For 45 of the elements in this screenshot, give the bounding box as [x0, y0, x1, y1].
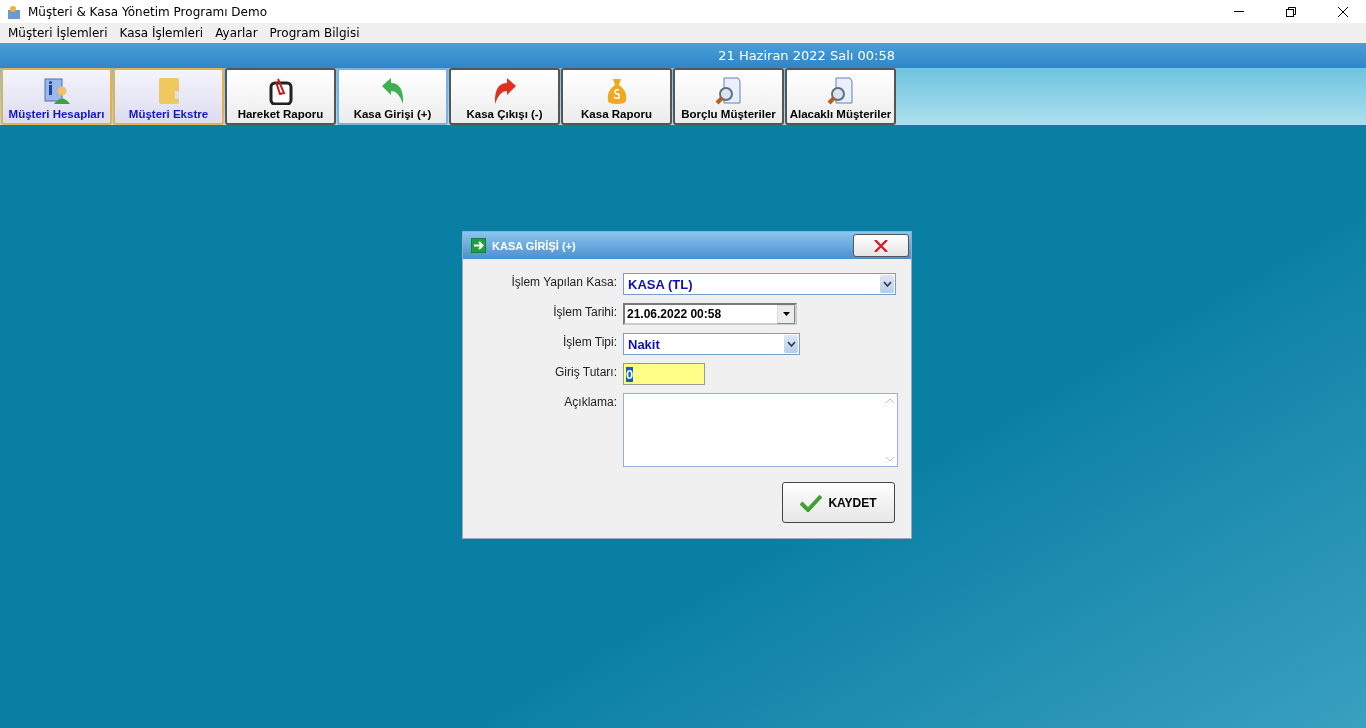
toolbar-button[interactable]: Kasa Raporu: [561, 68, 672, 125]
menu-item[interactable]: Ayarlar: [209, 26, 264, 40]
toolbar-button[interactable]: Alacaklı Müşteriler: [785, 68, 896, 125]
app-icon: [6, 3, 22, 20]
toolbar-button[interactable]: Kasa Girişi (+): [337, 68, 448, 125]
toolbar-button[interactable]: Borçlu Müşteriler: [673, 68, 784, 125]
menu-item[interactable]: Müşteri İşlemleri: [2, 26, 114, 40]
info-user-icon: [43, 77, 70, 105]
field-label: Giriş Tutarı:: [554, 364, 617, 381]
dropdown-button[interactable]: [777, 304, 795, 324]
dialog-title: KASA GİRİŞİ (+): [492, 239, 577, 252]
date-picker[interactable]: 21.06.2022 00:58: [623, 303, 797, 325]
save-button[interactable]: KAYDET: [782, 482, 895, 523]
checkmark-icon: [800, 493, 823, 512]
close-button[interactable]: [853, 234, 909, 257]
caret-icon: [782, 312, 790, 316]
money-bag-icon: [605, 77, 628, 105]
arrow-right-icon: [471, 238, 486, 253]
field-label: İşlem Tipi:: [562, 334, 617, 351]
field-label: Açıklama:: [563, 394, 617, 411]
dropdown-button[interactable]: [784, 335, 798, 353]
window-title: Müşteri & Kasa Yönetim Programı Demo: [28, 4, 269, 19]
caret-icon: [786, 341, 796, 347]
folder-icon: [156, 77, 181, 105]
field-label: İşlem Yapılan Kasa:: [510, 274, 617, 291]
dropdown[interactable]: Nakit: [623, 333, 800, 355]
toolbar-button[interactable]: Müşteri Ekstre: [113, 68, 224, 125]
restore-icon: [1286, 6, 1296, 17]
minimize-icon: [1234, 11, 1244, 12]
close-icon: [1338, 6, 1348, 17]
date-time-text: 21 Haziran 2022 Salı 00:58: [717, 48, 896, 63]
toolbar-button[interactable]: Hareket Raporu: [225, 68, 336, 125]
clipboard-clip-icon: [268, 77, 293, 105]
document-magnifier-icon: [713, 77, 744, 105]
caret-icon: [882, 281, 892, 287]
dropdown-button[interactable]: [880, 275, 894, 293]
amount-input-field[interactable]: 0: [623, 363, 705, 385]
close-icon: [874, 239, 888, 252]
toolbar-button[interactable]: Müşteri Hesapları: [1, 68, 112, 125]
field-label: İşlem Tarihi:: [552, 304, 617, 321]
toolbar-button[interactable]: Kasa Çıkışı (-): [449, 68, 560, 125]
dropdown[interactable]: KASA (TL): [623, 273, 896, 295]
menu-item[interactable]: Program Bilgisi: [263, 26, 366, 40]
document-magnifier-icon: [825, 77, 856, 105]
menu-item[interactable]: Kasa İşlemleri: [113, 26, 210, 40]
